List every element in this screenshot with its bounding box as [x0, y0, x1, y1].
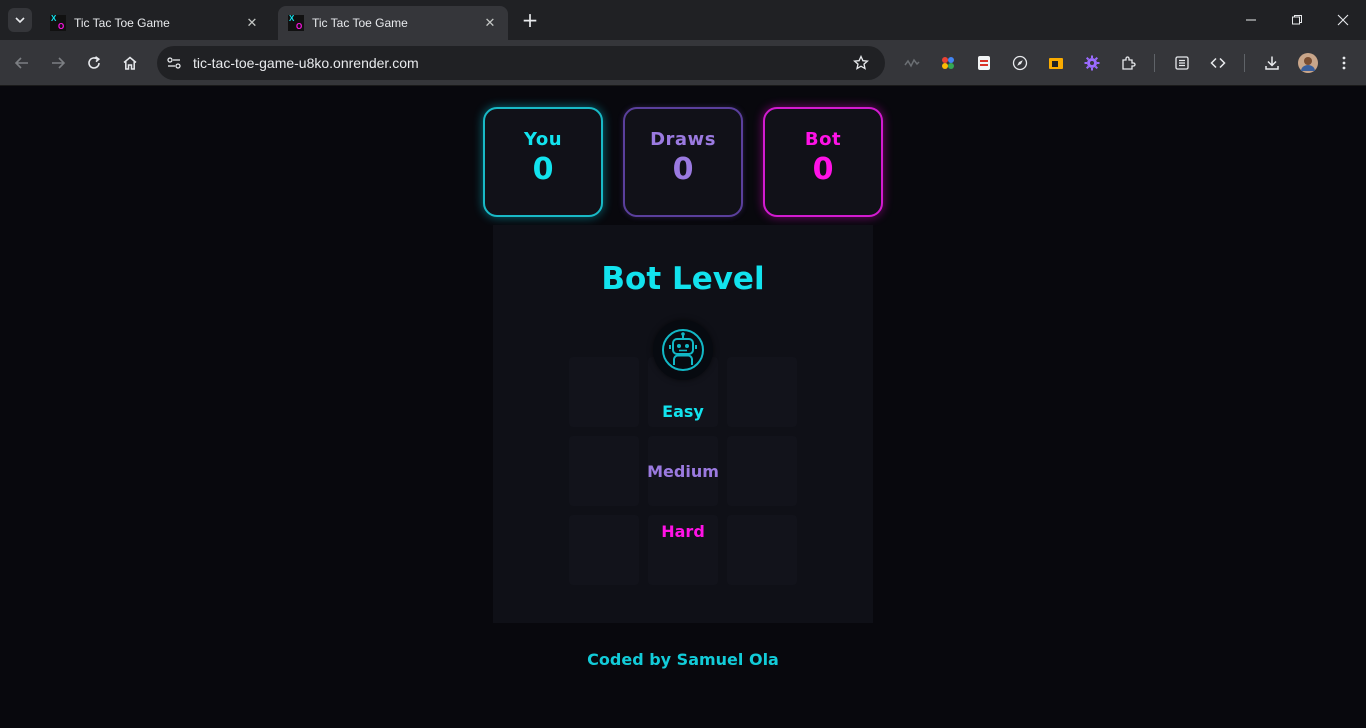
level-hard-button[interactable]: Hard — [623, 522, 743, 541]
tic-tac-toe-favicon-icon: XO — [50, 14, 66, 31]
code-icon[interactable] — [1207, 52, 1229, 74]
score-value: 0 — [812, 152, 834, 187]
score-value: 0 — [532, 152, 554, 187]
browser-tab-2[interactable]: XO Tic Tac Toe Game ✕ — [278, 6, 508, 40]
footer-credit: Coded by Samuel Ola — [587, 650, 779, 669]
home-button[interactable] — [116, 49, 144, 77]
back-button[interactable] — [8, 49, 36, 77]
toolbar-separator — [1244, 54, 1245, 72]
page-content: You 0 Draws 0 Bot 0 Bot Level Easy Mediu… — [0, 87, 1366, 728]
browser-tab-1[interactable]: XO Tic Tac Toe Game ✕ — [40, 6, 270, 40]
restore-icon[interactable] — [1274, 0, 1320, 40]
extensions-puzzle-icon[interactable] — [1117, 52, 1139, 74]
score-value: 0 — [672, 152, 694, 187]
bot-level-title: Bot Level — [601, 261, 765, 297]
level-easy-button[interactable]: Easy — [623, 402, 743, 421]
window-controls — [1228, 0, 1366, 40]
forward-button[interactable] — [44, 49, 72, 77]
browser-tab-strip: XO Tic Tac Toe Game ✕ XO Tic Tac Toe Gam… — [0, 0, 1366, 40]
close-tab-icon[interactable]: ✕ — [244, 15, 260, 31]
arrow-right-icon — [52, 57, 66, 69]
tab-title: Tic Tac Toe Game — [312, 16, 408, 30]
download-icon[interactable] — [1261, 52, 1283, 74]
arrow-left-icon — [14, 57, 28, 69]
home-icon — [123, 56, 137, 70]
bookmark-star-icon[interactable] — [847, 49, 875, 77]
toolbar-separator — [1154, 54, 1155, 72]
chevron-down-icon — [15, 17, 25, 24]
reload-button[interactable] — [80, 49, 108, 77]
extension-folder-icon[interactable] — [1045, 52, 1067, 74]
score-label: You — [523, 129, 563, 150]
site-info-icon[interactable] — [161, 50, 187, 76]
score-card-bot: Bot 0 — [763, 107, 883, 217]
extension-gear-icon[interactable] — [1081, 52, 1103, 74]
close-tab-icon[interactable]: ✕ — [482, 15, 498, 31]
robot-icon — [653, 320, 713, 380]
profile-avatar[interactable] — [1297, 52, 1319, 74]
score-label: Bot — [804, 129, 842, 150]
level-medium-button[interactable]: Medium — [623, 462, 743, 481]
extension-notes-icon[interactable] — [973, 52, 995, 74]
compass-icon[interactable] — [1009, 52, 1031, 74]
reload-icon — [88, 56, 101, 69]
score-card-draws: Draws 0 — [623, 107, 743, 217]
url-text[interactable]: tic-tac-toe-game-u8ko.onrender.com — [193, 55, 847, 71]
tab-search-button[interactable] — [8, 8, 32, 32]
extension-wave-icon[interactable] — [901, 52, 923, 74]
score-label: Draws — [650, 129, 716, 150]
score-card-you: You 0 — [483, 107, 603, 217]
close-window-icon[interactable] — [1320, 0, 1366, 40]
extension-colorful-icon[interactable] — [937, 52, 959, 74]
minimize-icon[interactable] — [1228, 0, 1274, 40]
tab-title: Tic Tac Toe Game — [74, 16, 170, 30]
browser-toolbar: tic-tac-toe-game-u8ko.onrender.com — [0, 40, 1366, 86]
address-bar[interactable]: tic-tac-toe-game-u8ko.onrender.com — [157, 46, 885, 80]
tic-tac-toe-favicon-icon: XO — [288, 14, 304, 31]
new-tab-button[interactable]: + — [518, 8, 542, 32]
reading-list-icon[interactable] — [1171, 52, 1193, 74]
more-menu-icon[interactable] — [1333, 52, 1355, 74]
